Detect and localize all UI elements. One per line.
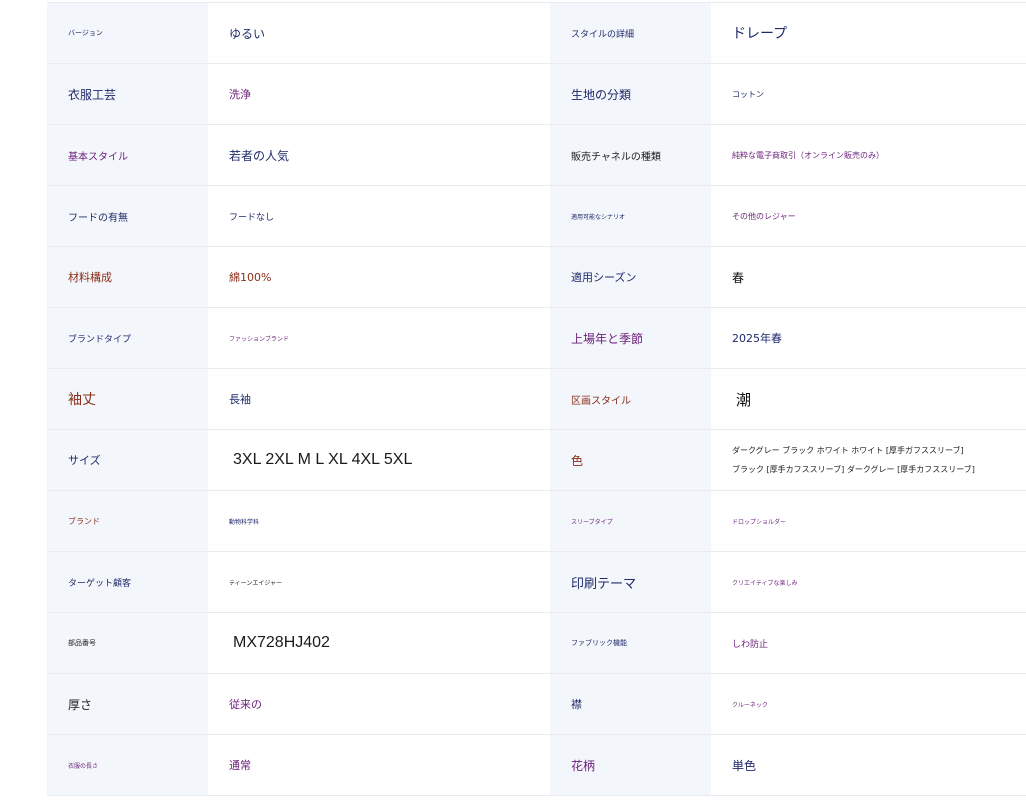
spec-value-line: ブラック [厚手カフススリーブ] ダークグレー [厚手カフススリーブ] (732, 465, 975, 474)
spec-key: 基本スタイル (47, 125, 208, 185)
spec-key: 襟 (550, 674, 711, 734)
spec-value: その他のレジャー (711, 186, 1026, 246)
table-row: 部品番号 MX728HJ402 ファブリック機能 しわ防止 (47, 613, 1026, 674)
spec-value: 従来の (208, 674, 550, 734)
table-row: 衣服の長さ 通常 花柄 単色 (47, 735, 1026, 796)
table-row: バージョン ゆるい スタイルの詳細 ドレープ (47, 3, 1026, 64)
spec-value: コットン (711, 64, 1026, 124)
spec-value: ドレープ (711, 3, 1026, 63)
spec-value: 綿100% (208, 247, 550, 307)
spec-value: 動物科学科 (208, 491, 550, 551)
table-row: サイズ 3XL 2XL M L XL 4XL 5XL 色 ダークグレー ブラック… (47, 430, 1026, 491)
spec-key: スタイルの詳細 (550, 3, 711, 63)
spec-value: クルーネック (711, 674, 1026, 734)
spec-key: バージョン (47, 3, 208, 63)
spec-value: 通常 (208, 735, 550, 795)
spec-value: クリエイティブな楽しみ (711, 552, 1026, 612)
spec-value: ファッションブランド (208, 308, 550, 368)
spec-value: 洗浄 (208, 64, 550, 124)
spec-key: 色 (550, 430, 711, 490)
spec-key: 適用シーズン (550, 247, 711, 307)
spec-key: 区画スタイル (550, 369, 711, 429)
spec-value: ゆるい (208, 3, 550, 63)
spec-key: 販売チャネルの種類 (550, 125, 711, 185)
spec-key: 部品番号 (47, 613, 208, 673)
table-row: 基本スタイル 若者の人気 販売チャネルの種類 純粋な電子商取引（オンライン販売の… (47, 125, 1026, 186)
spec-key: 生地の分類 (550, 64, 711, 124)
spec-value: ティーンエイジャー (208, 552, 550, 612)
spec-value-line: ダークグレー ブラック ホワイト ホワイト [厚手ガフススリーブ] (732, 446, 964, 455)
spec-key: ブランドタイプ (47, 308, 208, 368)
spec-key: 袖丈 (47, 369, 208, 429)
spec-key: 上場年と季節 (550, 308, 711, 368)
spec-key: スリーブタイプ (550, 491, 711, 551)
spec-value: しわ防止 (711, 613, 1026, 673)
spec-value: ダークグレー ブラック ホワイト ホワイト [厚手ガフススリーブ] ブラック [… (711, 430, 1026, 490)
spec-value: 単色 (711, 735, 1026, 795)
spec-value: 2025年春 (711, 308, 1026, 368)
spec-key: フードの有無 (47, 186, 208, 246)
spec-value: フードなし (208, 186, 550, 246)
spec-key: ターゲット顧客 (47, 552, 208, 612)
table-row: ブランドタイプ ファッションブランド 上場年と季節 2025年春 (47, 308, 1026, 369)
spec-value: ドロップショルダー (711, 491, 1026, 551)
table-row: 衣服工芸 洗浄 生地の分類 コットン (47, 64, 1026, 125)
spec-value: MX728HJ402 (208, 613, 550, 673)
table-row: ブランド 動物科学科 スリーブタイプ ドロップショルダー (47, 491, 1026, 552)
spec-key: ブランド (47, 491, 208, 551)
spec-key: 材料構成 (47, 247, 208, 307)
spec-key: 印刷テーマ (550, 552, 711, 612)
spec-value: 純粋な電子商取引（オンライン販売のみ） (711, 125, 1026, 185)
spec-value: 潮 (711, 369, 1026, 429)
spec-value: 3XL 2XL M L XL 4XL 5XL (208, 430, 550, 490)
table-row: 材料構成 綿100% 適用シーズン 春 (47, 247, 1026, 308)
spec-key: 適用可能なシナリオ (550, 186, 711, 246)
spec-key: 花柄 (550, 735, 711, 795)
spec-value: 若者の人気 (208, 125, 550, 185)
spec-key: 衣服工芸 (47, 64, 208, 124)
spec-key: 衣服の長さ (47, 735, 208, 795)
spec-value: 長袖 (208, 369, 550, 429)
table-row: 厚さ 従来の 襟 クルーネック (47, 674, 1026, 735)
spec-key: サイズ (47, 430, 208, 490)
spec-value: 春 (711, 247, 1026, 307)
spec-key: 厚さ (47, 674, 208, 734)
table-row: フードの有無 フードなし 適用可能なシナリオ その他のレジャー (47, 186, 1026, 247)
spec-table: バージョン ゆるい スタイルの詳細 ドレープ 衣服工芸 洗浄 生地の分類 コット… (47, 2, 1026, 796)
table-row: ターゲット顧客 ティーンエイジャー 印刷テーマ クリエイティブな楽しみ (47, 552, 1026, 613)
table-row: 袖丈 長袖 区画スタイル 潮 (47, 369, 1026, 430)
spec-key: ファブリック機能 (550, 613, 711, 673)
